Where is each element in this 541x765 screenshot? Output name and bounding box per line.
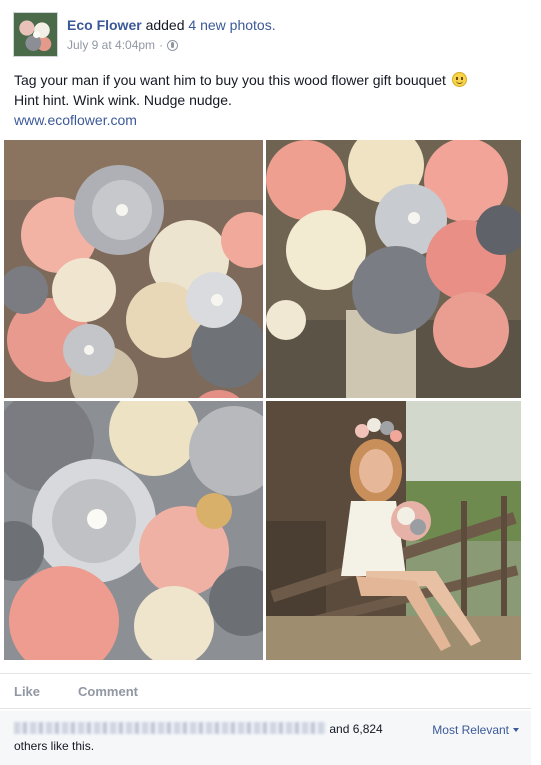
page-avatar[interactable] (13, 12, 58, 57)
likes-summary: and 6,824 others like this. Most Relevan… (0, 711, 531, 765)
facebook-post: Eco Flower added 4 new photos. July 9 at… (0, 0, 541, 765)
post-timestamp[interactable]: July 9 at 4:04pm (67, 38, 155, 52)
post-action-text: added (145, 17, 185, 33)
comment-button[interactable]: Comment (78, 684, 138, 699)
photo-woman-on-fence[interactable] (266, 401, 521, 660)
post-header: Eco Flower added 4 new photos. (67, 16, 276, 34)
sort-label: Most Relevant (432, 723, 509, 737)
globe-icon[interactable] (167, 39, 179, 51)
chevron-down-icon (513, 728, 519, 732)
post-meta: July 9 at 4:04pm · (67, 38, 179, 52)
post-text-line1: Tag your man if you want him to buy you … (14, 70, 529, 90)
actions-divider-bottom (0, 708, 531, 709)
photo-count-link[interactable]: 4 new photos. (188, 17, 275, 33)
meta-separator: · (159, 38, 164, 52)
likes-others-text: others like this. (14, 739, 95, 753)
post-body: Tag your man if you want him to buy you … (14, 70, 529, 130)
likes-text: and 6,824 others like this. (14, 721, 404, 755)
post-text-line2: Hint hint. Wink wink. Nudge nudge. (14, 92, 232, 108)
photo-bouquet-side-view[interactable] (266, 140, 521, 398)
website-link[interactable]: www.ecoflower.com (14, 112, 137, 128)
photo-bouquet-closeup[interactable] (4, 401, 263, 660)
photo-bouquet-top-view[interactable] (4, 140, 263, 398)
smile-emoji-icon (451, 72, 467, 87)
post-actions: Like Comment (14, 684, 138, 699)
likes-count-text[interactable]: and 6,824 (329, 722, 382, 736)
redacted-liker-names (14, 722, 326, 734)
comment-sort-dropdown[interactable]: Most Relevant (432, 723, 519, 737)
page-name-link[interactable]: Eco Flower (67, 17, 142, 33)
like-button[interactable]: Like (14, 684, 40, 699)
actions-divider-top (0, 673, 531, 674)
post-text-line1-content: Tag your man if you want him to buy you … (14, 72, 446, 88)
